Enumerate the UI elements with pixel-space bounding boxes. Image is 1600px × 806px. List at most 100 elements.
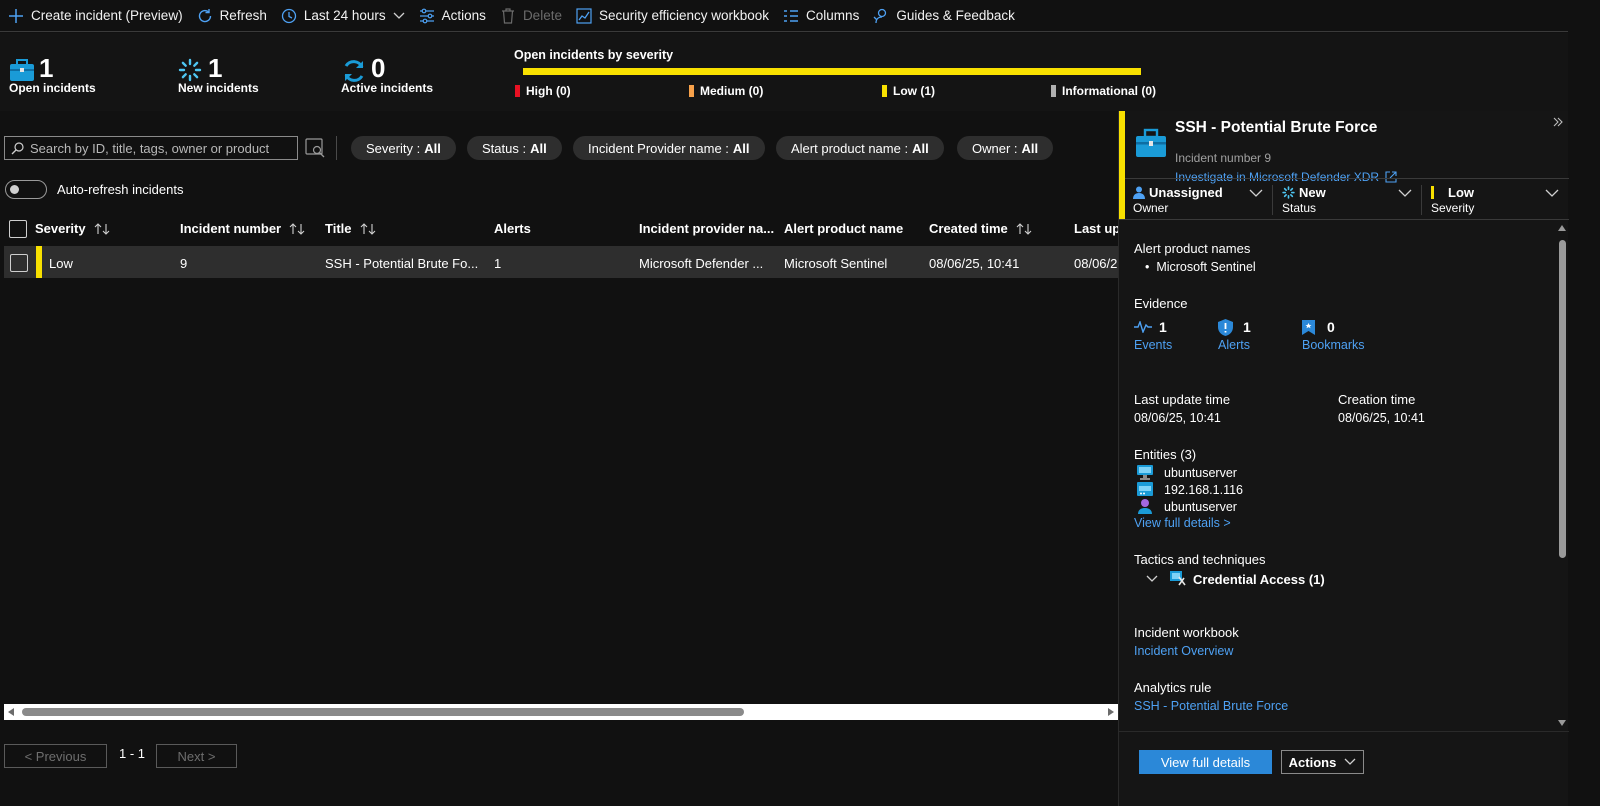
column-header-title-label: Title [325,221,352,236]
bookmarks-link[interactable]: Bookmarks [1302,338,1365,352]
horizontal-scrollbar[interactable] [4,704,1118,720]
alert-products-heading: Alert product names [1134,241,1251,256]
provider-filter[interactable]: Incident Provider name : All [573,136,765,160]
time-range-button[interactable]: Last 24 hours [281,1,405,31]
bookmark-icon [1302,320,1315,335]
creation-time-value: 08/06/25, 10:41 [1338,411,1425,425]
tactic-credential-access[interactable]: Credential Access (1) [1193,572,1325,587]
guides-feedback-label: Guides & Feedback [896,8,1015,23]
severity-chart-title: Open incidents by severity [514,48,674,62]
scrollbar-thumb[interactable] [1559,240,1566,558]
status-dropdown[interactable]: New Status [1282,185,1412,217]
column-header-incident-number[interactable]: Incident number [180,221,305,236]
previous-page-button[interactable]: < Previous [4,744,107,768]
alerts-link[interactable]: Alerts [1218,338,1250,352]
time-range-label: Last 24 hours [303,8,386,23]
columns-button[interactable]: Columns [783,1,859,31]
entity-account[interactable]: ubuntuserver [1164,500,1237,514]
search-box[interactable] [4,136,298,160]
legend-medium: Medium (0) [689,84,763,98]
security-workbook-button[interactable]: Security efficiency workbook [576,1,769,31]
legend-informational: Informational (0) [1051,84,1156,98]
entity-ip[interactable]: 192.168.1.116 [1164,483,1243,497]
plus-icon [8,8,24,24]
owner-filter[interactable]: Owner : All [957,136,1054,160]
column-header-title[interactable]: Title [325,221,376,236]
status-filter[interactable]: Status : All [467,136,562,160]
legend-high-label: High (0) [526,84,571,98]
analytics-rule-link[interactable]: SSH - Potential Brute Force [1134,699,1288,713]
vertical-scrollbar[interactable] [1556,222,1568,730]
scrollbar-thumb[interactable] [22,708,744,716]
column-header-severity[interactable]: Severity [35,221,110,236]
scroll-up-icon[interactable] [1558,224,1566,231]
create-incident-label: Create incident (Preview) [31,8,183,23]
auto-refresh-toggle[interactable] [5,180,47,199]
tactics-heading: Tactics and techniques [1134,552,1266,567]
chevron-down-icon [1545,189,1559,198]
legend-low: Low (1) [882,84,935,98]
owner-filter-label: Owner : [972,140,1018,156]
columns-label: Columns [806,8,860,23]
owner-dropdown[interactable]: Unassigned Owner [1133,185,1263,217]
sliders-icon [419,8,435,24]
sort-icon [1016,222,1032,235]
status-filter-value: All [530,140,547,156]
high-swatch [515,85,520,97]
status-value: New [1299,185,1326,200]
column-header-alert-product[interactable]: Alert product name [784,221,903,236]
incident-overview-link[interactable]: Incident Overview [1134,644,1233,658]
panel-actions-button[interactable]: Actions [1281,750,1364,774]
workbook-chart-icon [576,7,592,24]
refresh-icon [197,8,213,24]
cell-last-update: 08/06/2 [1074,256,1118,271]
column-header-provider[interactable]: Incident provider na... [639,221,774,236]
severity-dropdown[interactable]: Low Severity [1431,185,1565,217]
analytics-rule-heading: Analytics rule [1134,680,1212,695]
page-range: 1 - 1 [119,746,146,761]
view-full-details-button[interactable]: View full details [1139,750,1272,774]
details-footer: View full details Actions [1119,731,1569,806]
severity-filter[interactable]: Severity : All [351,136,456,160]
provider-filter-label: Incident Provider name : [588,140,729,156]
search-icon [11,141,24,155]
low-swatch [882,85,887,97]
spinner-icon [1282,186,1295,199]
guides-feedback-button[interactable]: Guides & Feedback [873,1,1015,31]
severity-label: Severity [1431,201,1475,215]
refresh-button[interactable]: Refresh [197,1,267,31]
scroll-left-icon[interactable] [7,708,15,716]
scroll-down-icon[interactable] [1558,720,1566,727]
delete-button[interactable]: Delete [500,1,562,31]
last-update-value: 08/06/25, 10:41 [1134,411,1221,425]
column-header-alerts[interactable]: Alerts [494,221,531,236]
briefcase-icon [9,58,35,82]
alert-product-filter[interactable]: Alert product name : All [776,136,944,160]
scroll-right-icon[interactable] [1107,708,1115,716]
chevron-down-icon[interactable] [1146,575,1158,583]
legend-low-label: Low (1) [893,84,935,98]
incident-number: Incident number 9 [1175,151,1272,165]
alert-product-filter-value: All [912,140,929,156]
toggle-knob [10,185,19,194]
select-all-checkbox[interactable] [9,220,27,238]
view-entities-details-link[interactable]: View full details > [1134,516,1231,530]
entity-host[interactable]: ubuntuserver [1164,466,1237,480]
actions-button[interactable]: Actions [419,1,486,31]
dropdown-divider [1421,185,1422,215]
create-incident-button[interactable]: Create incident (Preview) [8,1,183,31]
search-settings-icon[interactable] [305,138,327,158]
active-incidents-label: Active incidents [341,81,434,95]
cell-provider: Microsoft Defender ... [639,256,764,271]
cell-severity: Low [49,256,73,271]
events-link[interactable]: Events [1134,338,1172,352]
collapse-panel-icon[interactable] [1553,117,1563,127]
active-incidents-count: 0 [371,53,386,83]
column-header-created-time[interactable]: Created time [929,221,1032,236]
search-input[interactable] [30,140,290,156]
row-checkbox[interactable] [10,254,28,272]
informational-swatch [1051,85,1056,97]
provider-filter-value: All [732,140,750,156]
panel-actions-label: Actions [1288,754,1337,770]
next-page-button[interactable]: Next > [156,744,237,768]
